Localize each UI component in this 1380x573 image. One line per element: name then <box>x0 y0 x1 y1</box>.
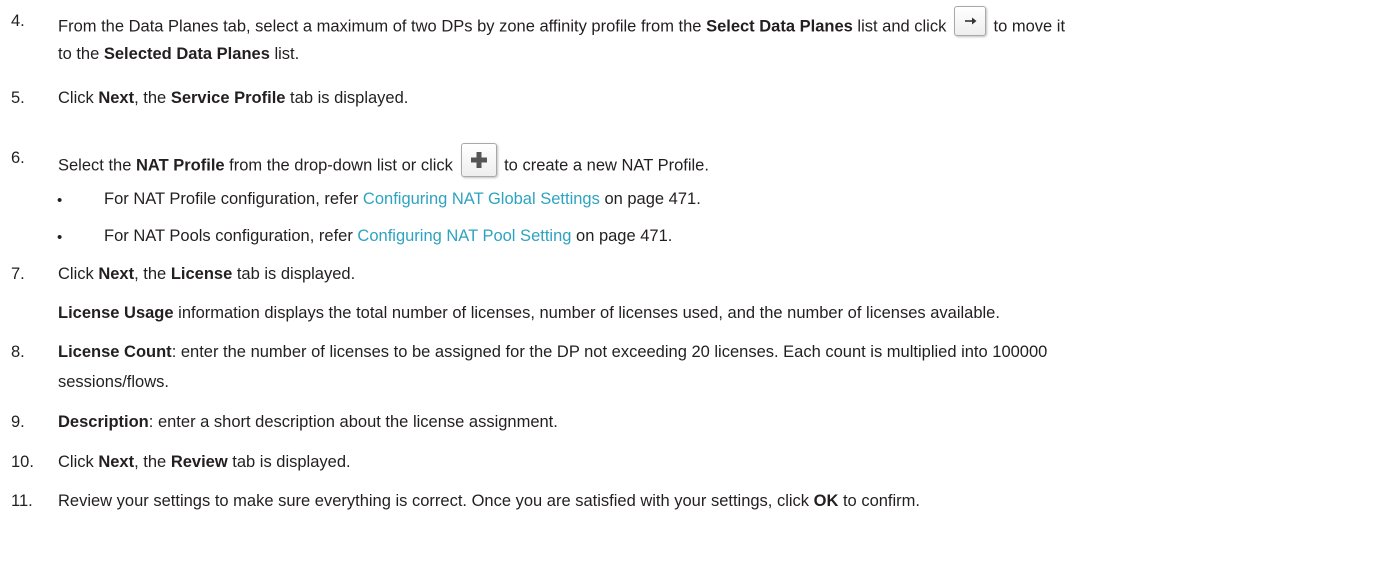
text: tab is displayed. <box>232 265 356 283</box>
text: : enter a short description about the li… <box>148 413 558 431</box>
bold-term: Select Data Planes <box>706 17 853 36</box>
bold-term: License Usage <box>58 304 174 322</box>
step-number: 10. <box>11 453 34 471</box>
move-right-button[interactable] <box>953 6 986 36</box>
step-number: 5. <box>11 89 25 107</box>
step-number: 9. <box>11 413 25 431</box>
step-text: Description: enter a short description a… <box>58 413 558 432</box>
step-note: License Usage information displays the t… <box>58 304 1000 323</box>
bold-term: OK <box>813 492 839 510</box>
bullet: • <box>57 229 63 246</box>
bold-term: Service Profile <box>170 89 286 107</box>
step-text: Click Next, the Review tab is displayed. <box>58 453 351 472</box>
step-number: 11. <box>11 492 33 510</box>
step-text: Click Next, the License tab is displayed… <box>58 265 355 284</box>
bold-term: Next <box>98 453 135 471</box>
step-text: From the Data Planes tab, select a maxim… <box>58 6 1066 42</box>
text: tab is displayed. <box>285 89 409 107</box>
link-configuring-nat-pool-setting[interactable]: Configuring NAT Pool Setting <box>357 227 571 245</box>
bold-term: License Count <box>58 343 172 361</box>
step-text-line2: to the Selected Data Planes list. <box>58 45 299 64</box>
plus-icon <box>470 152 487 168</box>
step-number: 8. <box>11 343 25 361</box>
step-text: Review your settings to make sure everyt… <box>58 492 920 511</box>
add-nat-profile-button[interactable] <box>460 143 497 177</box>
step-text: Select the NAT Profile from the drop-dow… <box>58 143 709 183</box>
step-number: 4. <box>11 12 25 30</box>
text: Review your settings to make sure everyt… <box>58 492 814 510</box>
text: to confirm. <box>838 492 920 510</box>
text: information displays the total number of… <box>173 304 1000 322</box>
right-arrow-icon <box>964 17 977 25</box>
text: Click <box>58 89 99 107</box>
text: tab is displayed. <box>227 453 351 471</box>
bold-term: Review <box>170 453 228 471</box>
step-text: License Count: enter the number of licen… <box>58 343 1047 362</box>
bullet: • <box>57 192 63 209</box>
text: For NAT Profile configuration, refer <box>104 190 363 208</box>
text: to the <box>58 45 104 63</box>
bullet-text: For NAT Profile configuration, refer Con… <box>104 190 701 209</box>
text: : enter the number of licenses to be ass… <box>171 343 1048 361</box>
text: on page 471. <box>599 190 701 208</box>
text: list. <box>269 45 300 63</box>
bold-term: Next <box>98 265 135 283</box>
text: From the Data Planes tab, select a maxim… <box>58 17 707 36</box>
step-number: 6. <box>11 149 25 167</box>
text: , the <box>134 89 171 107</box>
text: , the <box>134 265 171 283</box>
text: on page 471. <box>571 227 673 245</box>
text: list and click <box>852 17 951 36</box>
text: Click <box>58 453 99 471</box>
step-text: Click Next, the Service Profile tab is d… <box>58 89 408 108</box>
text: Select the <box>58 156 136 175</box>
step-text-line2: sessions/flows. <box>58 373 169 391</box>
bold-term: Selected Data Planes <box>103 45 270 63</box>
text: from the drop-down list or click <box>224 156 458 175</box>
bold-term: Next <box>98 89 135 107</box>
text: , the <box>134 453 171 471</box>
text: to move it <box>988 17 1066 36</box>
text: to create a new NAT Profile. <box>499 156 709 175</box>
bold-term: Description <box>58 413 149 431</box>
bold-term: NAT Profile <box>135 156 225 175</box>
text: Click <box>58 265 99 283</box>
step-number: 7. <box>11 265 25 283</box>
link-configuring-nat-global-settings[interactable]: Configuring NAT Global Settings <box>363 190 600 208</box>
bullet-text: For NAT Pools configuration, refer Confi… <box>104 227 672 246</box>
text: For NAT Pools configuration, refer <box>104 227 358 245</box>
bold-term: License <box>170 265 233 283</box>
